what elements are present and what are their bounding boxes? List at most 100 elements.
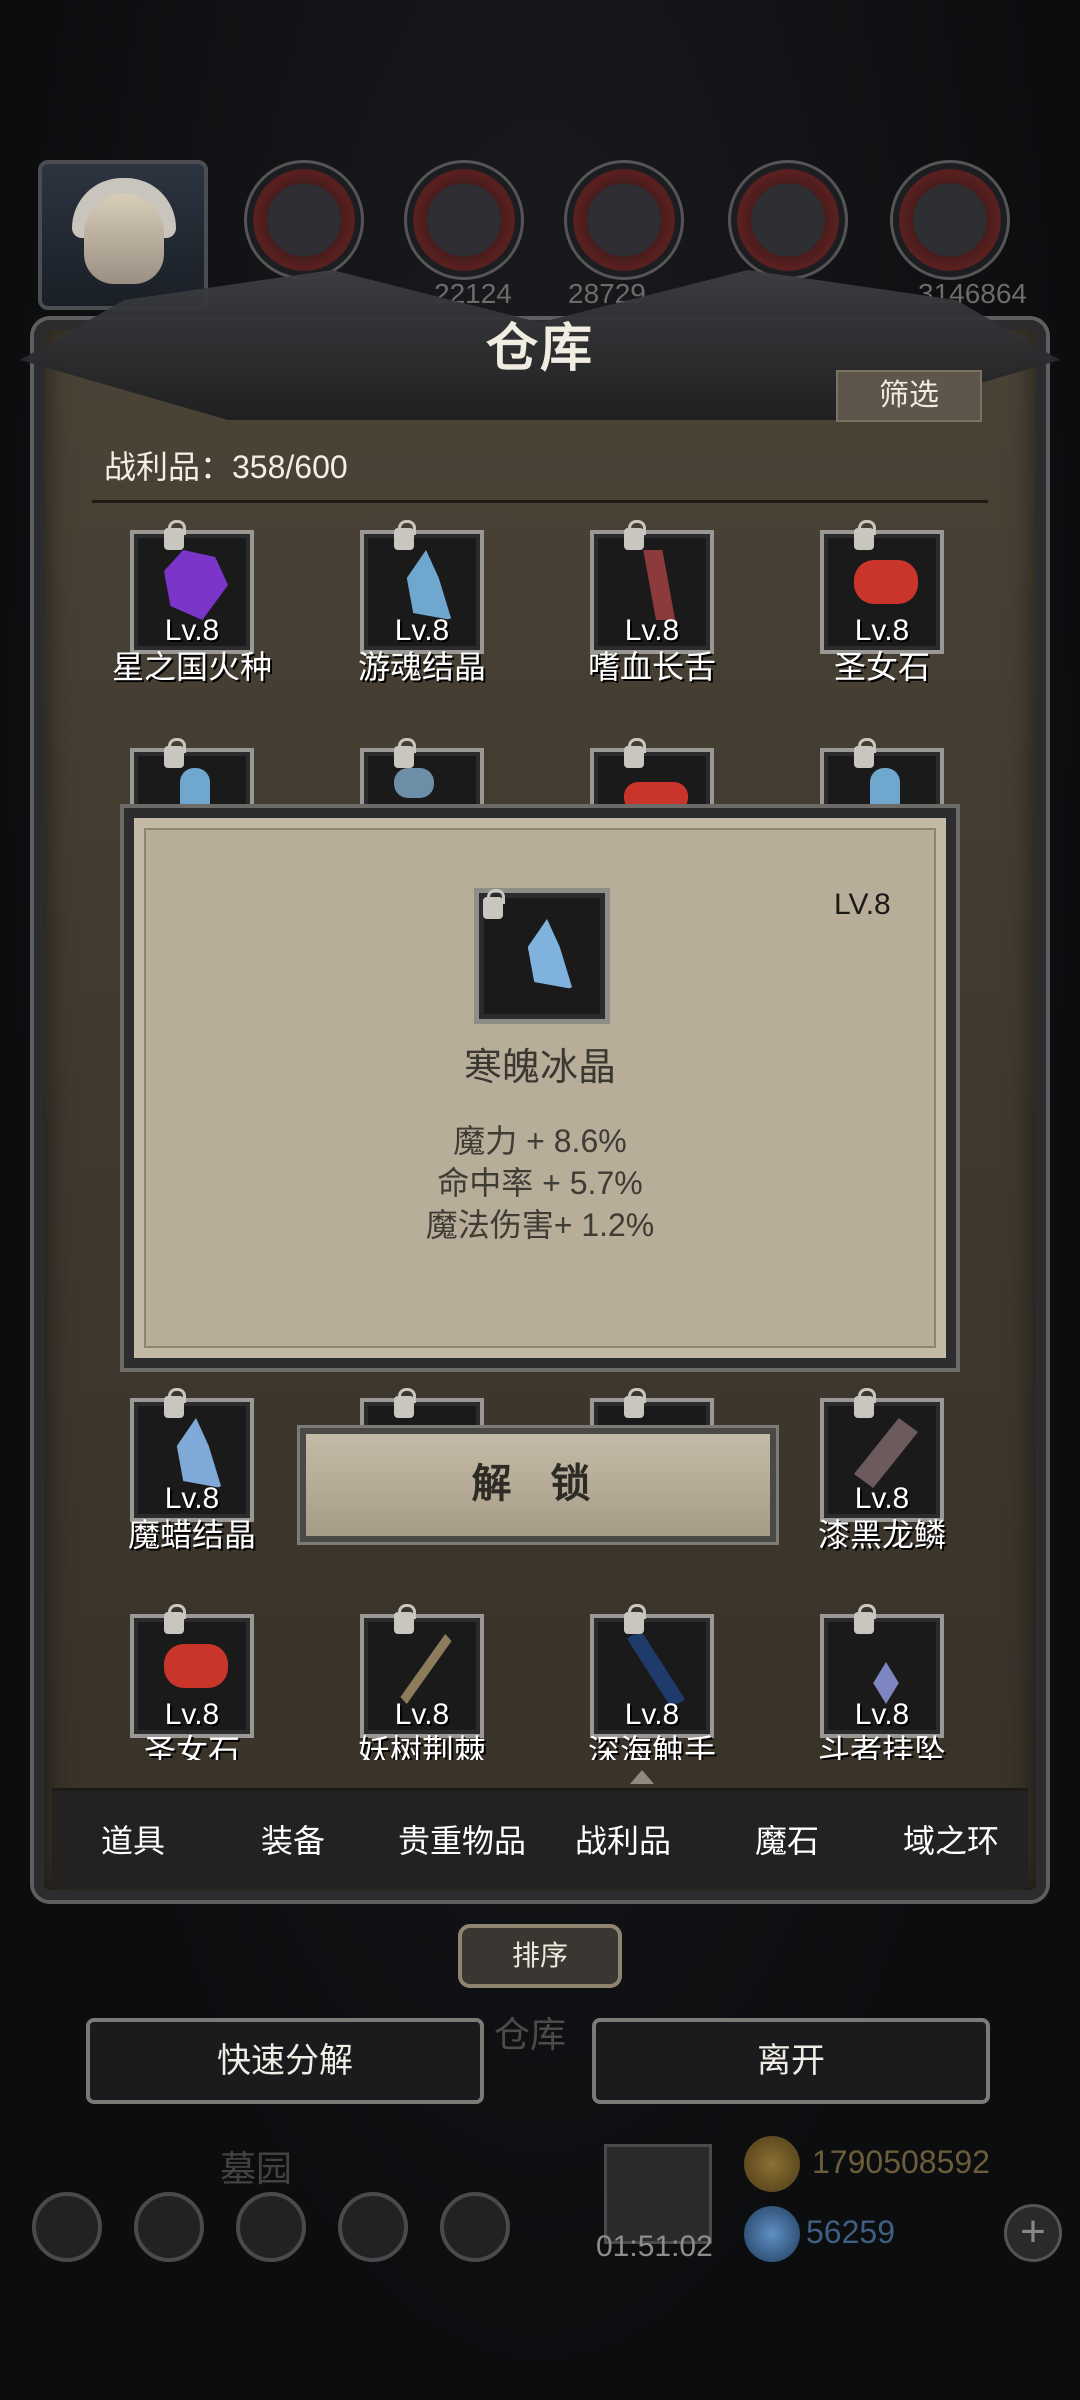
warehouse-label: 仓库 xyxy=(494,2014,567,2055)
item-name: 圣女石 xyxy=(833,649,930,685)
sort-button[interactable]: 排序 xyxy=(458,1924,622,1988)
item-slot[interactable]: Lv.8 妖树荆棘 xyxy=(322,1604,522,1784)
graveyard-label: 墓园 xyxy=(220,2148,293,2189)
wood-resource-icon xyxy=(404,160,524,280)
gold-coin-icon xyxy=(744,2136,800,2192)
lock-icon xyxy=(854,738,876,768)
item-name: 星之国火种 xyxy=(111,649,272,685)
lock-icon xyxy=(624,1604,646,1634)
item-frame: Lv.8 xyxy=(820,520,944,654)
achievement-icon[interactable] xyxy=(134,2192,204,2262)
popup-item-name: 寒魄冰晶 xyxy=(463,1047,616,1089)
item-name: 游魂结晶 xyxy=(357,649,486,685)
top-resource-bar: 22124 28729 3146864 xyxy=(38,160,1058,310)
popup-level: LV.8 xyxy=(834,888,891,921)
crystal-icon xyxy=(406,550,452,620)
item-name: 漆黑龙鳞 xyxy=(817,1517,946,1553)
item-frame: Lv.8 xyxy=(820,1604,944,1738)
item-name: 魔蜡结晶 xyxy=(127,1517,256,1553)
tab-domain-rings[interactable]: 域之环 xyxy=(870,1791,1032,1891)
loot-count: 战利品：358/600 xyxy=(104,449,348,485)
tab-loot[interactable]: 战利品 xyxy=(542,1791,704,1891)
avatar-face xyxy=(84,194,164,284)
active-tab-indicator xyxy=(630,1770,654,1784)
item-slot[interactable]: Lv.8 圣女石 xyxy=(92,1604,292,1784)
ice-crystal-icon xyxy=(527,919,573,989)
gift-timer: 01:51:02 xyxy=(596,2230,713,2263)
divider xyxy=(92,500,988,503)
lock-icon xyxy=(854,520,876,550)
quick-decompose-button[interactable]: 快速分解 xyxy=(86,2018,484,2104)
diamond-amount: 56259 xyxy=(806,2214,895,2250)
iron-resource-icon xyxy=(564,160,684,280)
lock-icon xyxy=(164,738,186,768)
item-slot[interactable]: Lv.8 斗者挂坠 xyxy=(782,1604,982,1784)
item-frame: Lv.8 xyxy=(360,1604,484,1738)
tab-valuables[interactable]: 贵重物品 xyxy=(378,1791,546,1891)
lock-icon xyxy=(483,889,505,919)
tab-magic-stones[interactable]: 魔石 xyxy=(706,1791,868,1891)
lock-icon xyxy=(164,1604,186,1634)
popup-stat: 魔法伤害+ 1.2% xyxy=(425,1207,655,1243)
unlock-button[interactable]: 解 锁 xyxy=(300,1428,776,1542)
gold-amount: 1790508592 xyxy=(812,2144,990,2180)
item-frame: Lv.8 xyxy=(360,520,484,654)
settings-icon[interactable] xyxy=(32,2192,102,2262)
player-avatar[interactable] xyxy=(38,160,208,310)
lock-icon xyxy=(164,520,186,550)
item-name: 圣女石 xyxy=(143,1733,240,1760)
item-frame: Lv.8 xyxy=(130,1604,254,1738)
ore-resource-icon xyxy=(890,160,1010,280)
item-detail-popup: LV.8 寒魄冰晶 魔力 + 8.6% 命中率 + 5.7% 魔法伤害+ 1.2… xyxy=(124,808,956,1368)
stone-icon xyxy=(164,1644,228,1688)
lock-icon xyxy=(394,1388,416,1418)
popup-item-frame xyxy=(474,888,610,1024)
item-slot[interactable]: Lv.8 嗜血长舌 xyxy=(552,520,752,700)
gem-icon xyxy=(164,550,228,620)
popup-stat: 魔力 + 8.6% xyxy=(453,1123,627,1159)
lock-icon xyxy=(624,738,646,768)
lock-icon xyxy=(624,1388,646,1418)
scale-icon xyxy=(854,1418,918,1488)
leave-button[interactable]: 离开 xyxy=(592,2018,990,2104)
item-slot[interactable]: Lv.8 深海触手 xyxy=(552,1604,752,1784)
tentacle-icon xyxy=(624,1634,688,1704)
lock-icon xyxy=(164,1388,186,1418)
lock-icon xyxy=(394,1604,416,1634)
item-frame: Lv.8 xyxy=(130,520,254,654)
category-tabs: 道具 装备 贵重物品 战利品 魔石 域之环 xyxy=(52,1788,1028,1888)
stone-icon xyxy=(854,560,918,604)
item-frame: Lv.8 xyxy=(130,1388,254,1522)
diamond-icon xyxy=(744,2206,800,2262)
item-frame: Lv.8 xyxy=(590,520,714,654)
item-name: 深海触手 xyxy=(587,1733,716,1760)
tab-items[interactable]: 道具 xyxy=(52,1791,214,1891)
item-slot[interactable]: Lv.8 星之国火种 xyxy=(92,520,292,700)
crystal-icon xyxy=(176,1418,222,1488)
lock-icon xyxy=(854,1604,876,1634)
item-slot[interactable]: Lv.8 游魂结晶 xyxy=(322,520,522,700)
lock-icon xyxy=(394,738,416,768)
popup-stat: 命中率 + 5.7% xyxy=(437,1165,643,1201)
lock-icon xyxy=(854,1388,876,1418)
guild-icon[interactable] xyxy=(236,2192,306,2262)
pendant-icon xyxy=(873,1662,899,1704)
item-slot[interactable]: Lv.8 圣女石 xyxy=(782,520,982,700)
thorn-icon xyxy=(400,1634,452,1704)
crystal-resource-icon xyxy=(728,160,848,280)
crystal-icon xyxy=(394,768,434,798)
tab-equipment[interactable]: 装备 xyxy=(212,1791,374,1891)
item-frame: Lv.8 xyxy=(590,1604,714,1738)
dice-icon[interactable] xyxy=(440,2192,510,2262)
mail-icon[interactable] xyxy=(338,2192,408,2262)
item-name: 嗜血长舌 xyxy=(587,649,716,685)
item-slot[interactable]: Lv.8 魔蜡结晶 xyxy=(92,1388,292,1568)
item-name: 妖树荆棘 xyxy=(357,1733,486,1760)
leather-resource-icon xyxy=(244,160,364,280)
filter-button[interactable]: 筛选 xyxy=(836,370,982,422)
item-name: 斗者挂坠 xyxy=(817,1733,946,1760)
add-currency-button[interactable]: + xyxy=(1004,2204,1062,2262)
item-slot[interactable]: Lv.8 漆黑龙鳞 xyxy=(782,1388,982,1568)
tongue-icon xyxy=(643,550,676,620)
gift-icon[interactable] xyxy=(604,2144,712,2244)
